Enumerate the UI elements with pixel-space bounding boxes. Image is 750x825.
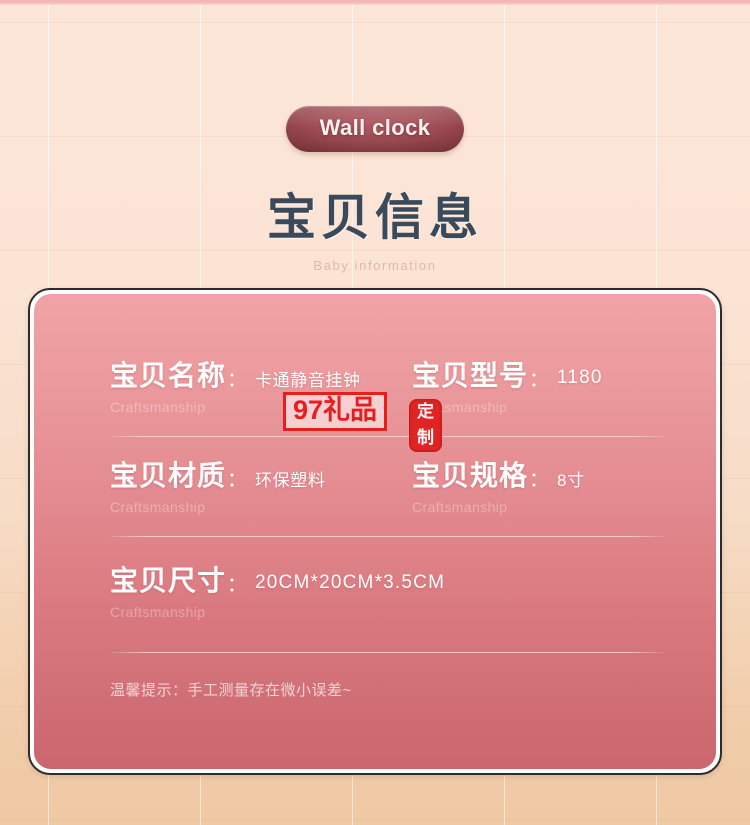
spec-label: 宝贝材质: [110, 460, 227, 491]
spec-label: 宝贝尺寸: [110, 565, 227, 596]
spec-field-model: 宝贝型号： 1180 Craftsmanship: [382, 354, 712, 415]
watermark-97gift: 97礼品: [283, 392, 388, 432]
spec-field-material: 宝贝材质： 环保塑料 Craftsmanship: [34, 454, 382, 515]
spec-field-spec: 宝贝规格： 8寸 Craftsmanship: [382, 454, 712, 515]
spec-colon: ：: [227, 468, 248, 491]
spec-field-name: 宝贝名称： 卡通静音挂钟 Craftsmanship: [34, 354, 382, 415]
top-accent-strip: [0, 0, 750, 5]
spec-label: 宝贝规格: [412, 460, 529, 491]
spec-caption: Craftsmanship: [110, 399, 206, 415]
watermark-custom-seal: 定制: [409, 399, 442, 452]
row-divider: [110, 436, 664, 437]
spec-card-inner: 宝贝名称： 卡通静音挂钟 Craftsmanship 宝贝型号： 1180 Craf…: [34, 294, 716, 769]
spec-row: 宝贝材质： 环保塑料 Craftsmanship 宝贝规格： 8寸 Craftsma…: [34, 454, 716, 515]
spec-colon: ：: [529, 468, 550, 491]
measurement-tip: 温馨提示：手工测量存在微小误差~: [110, 682, 352, 699]
spec-colon: ：: [227, 573, 248, 596]
spec-value: 8寸: [557, 470, 585, 490]
spec-colon: ：: [227, 368, 248, 391]
row-divider: [110, 652, 664, 653]
spec-caption: Craftsmanship: [110, 604, 206, 620]
page-subtitle: Baby information: [313, 258, 437, 273]
spec-caption: Craftsmanship: [110, 499, 206, 515]
spec-row: 宝贝尺寸： 20CM*20CM*3.5CM Craftsmanship: [34, 559, 716, 620]
wall-clock-badge: Wall clock: [286, 106, 465, 152]
spec-field-size: 宝贝尺寸： 20CM*20CM*3.5CM Craftsmanship: [34, 559, 634, 620]
page-title: 宝贝信息: [266, 191, 483, 245]
spec-label: 宝贝名称: [110, 360, 227, 391]
spec-card: 宝贝名称： 卡通静音挂钟 Craftsmanship 宝贝型号： 1180 Craf…: [28, 288, 722, 775]
header-block: Wall clock 宝贝信息 Baby information: [0, 106, 750, 273]
spec-value: 20CM*20CM*3.5CM: [255, 572, 446, 593]
spec-value: 卡通静音挂钟: [255, 370, 361, 390]
spec-row: 宝贝名称： 卡通静音挂钟 Craftsmanship 宝贝型号： 1180 Craf…: [34, 354, 716, 415]
spec-colon: ：: [529, 368, 550, 391]
spec-label: 宝贝型号: [412, 360, 529, 391]
row-divider: [110, 536, 664, 537]
spec-caption: Craftsmanship: [412, 499, 508, 515]
spec-value: 环保塑料: [255, 470, 326, 490]
spec-value: 1180: [557, 367, 603, 388]
product-info-banner: Wall clock 宝贝信息 Baby information 宝贝名称： 卡通…: [0, 0, 750, 825]
